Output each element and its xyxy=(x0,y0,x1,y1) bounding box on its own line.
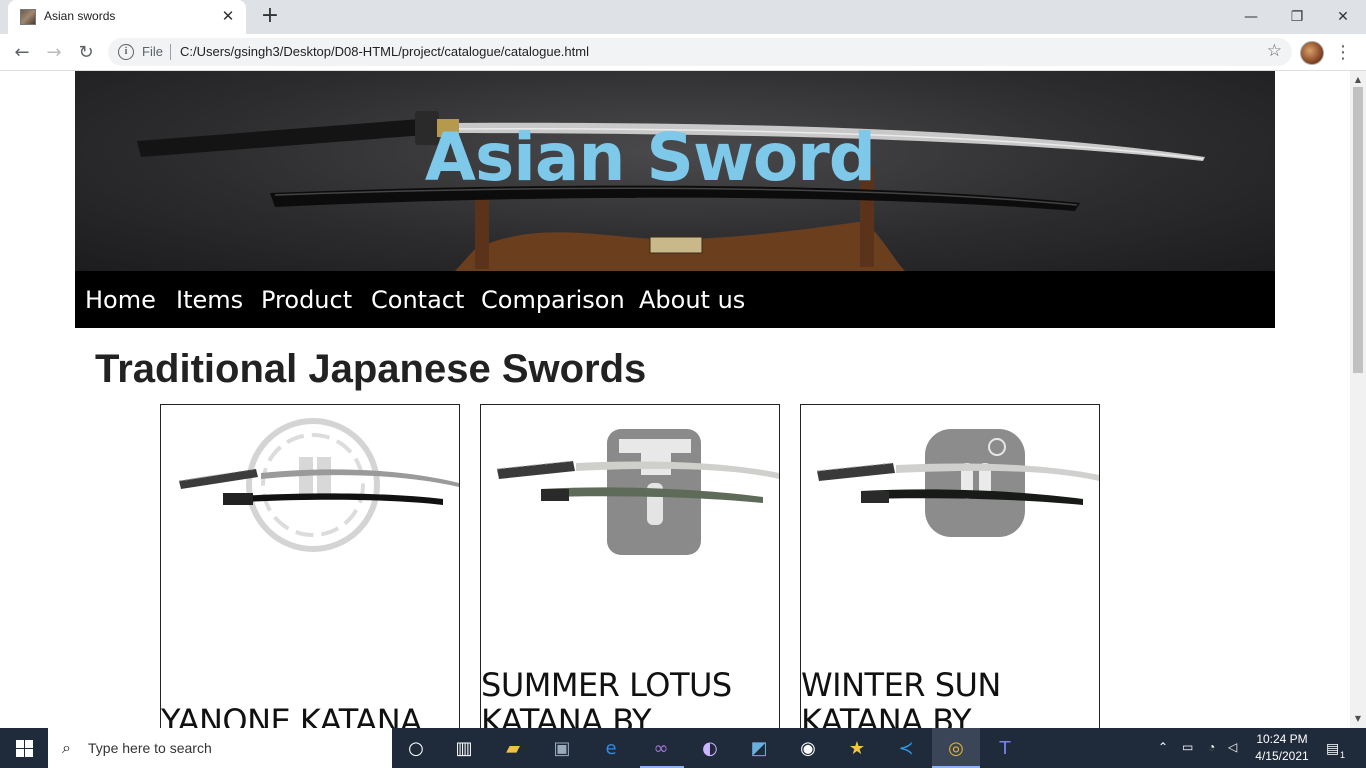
product-image xyxy=(178,418,459,552)
back-button[interactable]: ← xyxy=(8,39,36,67)
browser-tab[interactable]: Asian swords ✕ xyxy=(8,0,246,34)
notification-icon[interactable]: ▤ xyxy=(1326,740,1339,757)
windows-security-icon[interactable]: ◉ xyxy=(795,736,821,762)
cortana-icon[interactable]: ○ xyxy=(403,736,429,762)
chrome-icon[interactable]: ◎ xyxy=(943,736,969,762)
omnibox-divider xyxy=(170,44,171,60)
browser-menu-icon[interactable]: ⋮ xyxy=(1334,40,1352,66)
windows-logo-icon xyxy=(16,749,24,757)
forward-button[interactable]: → xyxy=(40,39,68,67)
hero-banner: Asian Sword xyxy=(75,71,1275,271)
windows-logo-icon xyxy=(25,749,33,757)
search-icon: ⌕ xyxy=(62,738,71,757)
notification-count: 1 xyxy=(1340,750,1346,760)
info-icon[interactable]: i xyxy=(118,44,134,60)
product-image xyxy=(496,429,779,555)
system-clock[interactable]: 10:24 PM 4/15/2021 xyxy=(1250,731,1314,765)
nav-contact[interactable]: Contact xyxy=(371,286,464,314)
taskbar-search-box[interactable]: ⌕ Type here to search xyxy=(48,728,392,768)
scroll-down-arrow-icon[interactable]: ▼ xyxy=(1350,712,1366,726)
section-title: Traditional Japanese Swords xyxy=(95,347,647,391)
product-title[interactable]: YANONE KATANA xyxy=(161,703,459,728)
start-button[interactable] xyxy=(0,728,48,768)
store-icon[interactable]: ▣ xyxy=(549,736,575,762)
search-placeholder: Type here to search xyxy=(88,740,212,756)
nav-home[interactable]: Home xyxy=(85,286,156,314)
vscode-icon[interactable]: ≺ xyxy=(893,736,919,762)
url-text[interactable]: C:/Users/gsingh3/Desktop/D08-HTML/projec… xyxy=(180,44,589,59)
sql-studio-icon[interactable]: ◩ xyxy=(746,736,772,762)
nav-items[interactable]: Items xyxy=(176,286,243,314)
product-title[interactable]: SUMMER LOTUS KATANA BY xyxy=(481,667,779,728)
product-image xyxy=(816,429,1099,537)
profile-avatar[interactable] xyxy=(1300,41,1324,65)
product-card[interactable]: YANONE KATANA xyxy=(160,404,460,728)
visual-studio-icon[interactable]: ∞ xyxy=(648,736,674,762)
site-favicon-icon xyxy=(20,9,36,25)
close-window-button[interactable]: ✕ xyxy=(1320,4,1366,30)
maximize-button[interactable]: ❐ xyxy=(1274,4,1320,30)
main-navigation: Home Items Product Contact Comparison Ab… xyxy=(75,271,1275,328)
vertical-scrollbar[interactable]: ▲ ▼ xyxy=(1350,71,1366,728)
tray-chevron-icon[interactable]: ⌃ xyxy=(1158,740,1168,754)
windows-logo-icon xyxy=(16,740,24,748)
new-tab-button[interactable]: + xyxy=(258,5,282,29)
star-app-icon[interactable]: ★ xyxy=(844,736,870,762)
volume-icon[interactable]: ◁ xyxy=(1228,740,1237,754)
scroll-thumb[interactable] xyxy=(1353,87,1363,373)
product-card[interactable]: SUMMER LOTUS KATANA BY xyxy=(480,404,780,728)
windows-logo-icon xyxy=(25,740,33,748)
bookmark-star-icon[interactable]: ☆ xyxy=(1267,41,1282,61)
windows-taskbar: ⌕ Type here to search ○ ▥ ▰ ▣ e ∞ ◐ ◩ ◉ … xyxy=(0,728,1366,768)
nav-comparison[interactable]: Comparison xyxy=(481,286,625,314)
clock-time: 10:24 PM xyxy=(1256,732,1308,746)
clock-date: 4/15/2021 xyxy=(1255,749,1309,763)
eclipse-icon[interactable]: ◐ xyxy=(697,736,723,762)
scroll-up-arrow-icon[interactable]: ▲ xyxy=(1350,73,1366,87)
battery-icon[interactable]: ▭ xyxy=(1182,740,1193,754)
reload-button[interactable]: ↻ xyxy=(72,39,100,67)
product-title[interactable]: WINTER SUN KATANA BY xyxy=(801,667,1099,728)
minimize-button[interactable]: — xyxy=(1228,4,1274,30)
file-explorer-icon[interactable]: ▰ xyxy=(500,736,526,762)
file-scheme-label: File xyxy=(142,44,163,59)
task-view-icon[interactable]: ▥ xyxy=(451,736,477,762)
tab-close-icon[interactable]: ✕ xyxy=(218,6,238,26)
browser-tab-strip: Asian swords ✕ + — ❐ ✕ xyxy=(0,0,1366,34)
wifi-icon[interactable]: ◔ xyxy=(1208,740,1215,754)
nav-about-us[interactable]: About us xyxy=(639,286,745,314)
nav-product[interactable]: Product xyxy=(261,286,352,314)
page-viewport: Asian Sword Home Items Product Contact C… xyxy=(0,71,1350,728)
edge-icon[interactable]: e xyxy=(598,736,624,762)
tab-title: Asian swords xyxy=(44,9,116,23)
teams-icon[interactable]: T xyxy=(992,736,1018,762)
address-bar[interactable]: i File C:/Users/gsingh3/Desktop/D08-HTML… xyxy=(108,38,1292,66)
product-card[interactable]: WINTER SUN KATANA BY xyxy=(800,404,1100,728)
site-title: Asian Sword xyxy=(424,119,876,196)
browser-toolbar: ← → ↻ i File C:/Users/gsingh3/Desktop/D0… xyxy=(0,34,1366,71)
